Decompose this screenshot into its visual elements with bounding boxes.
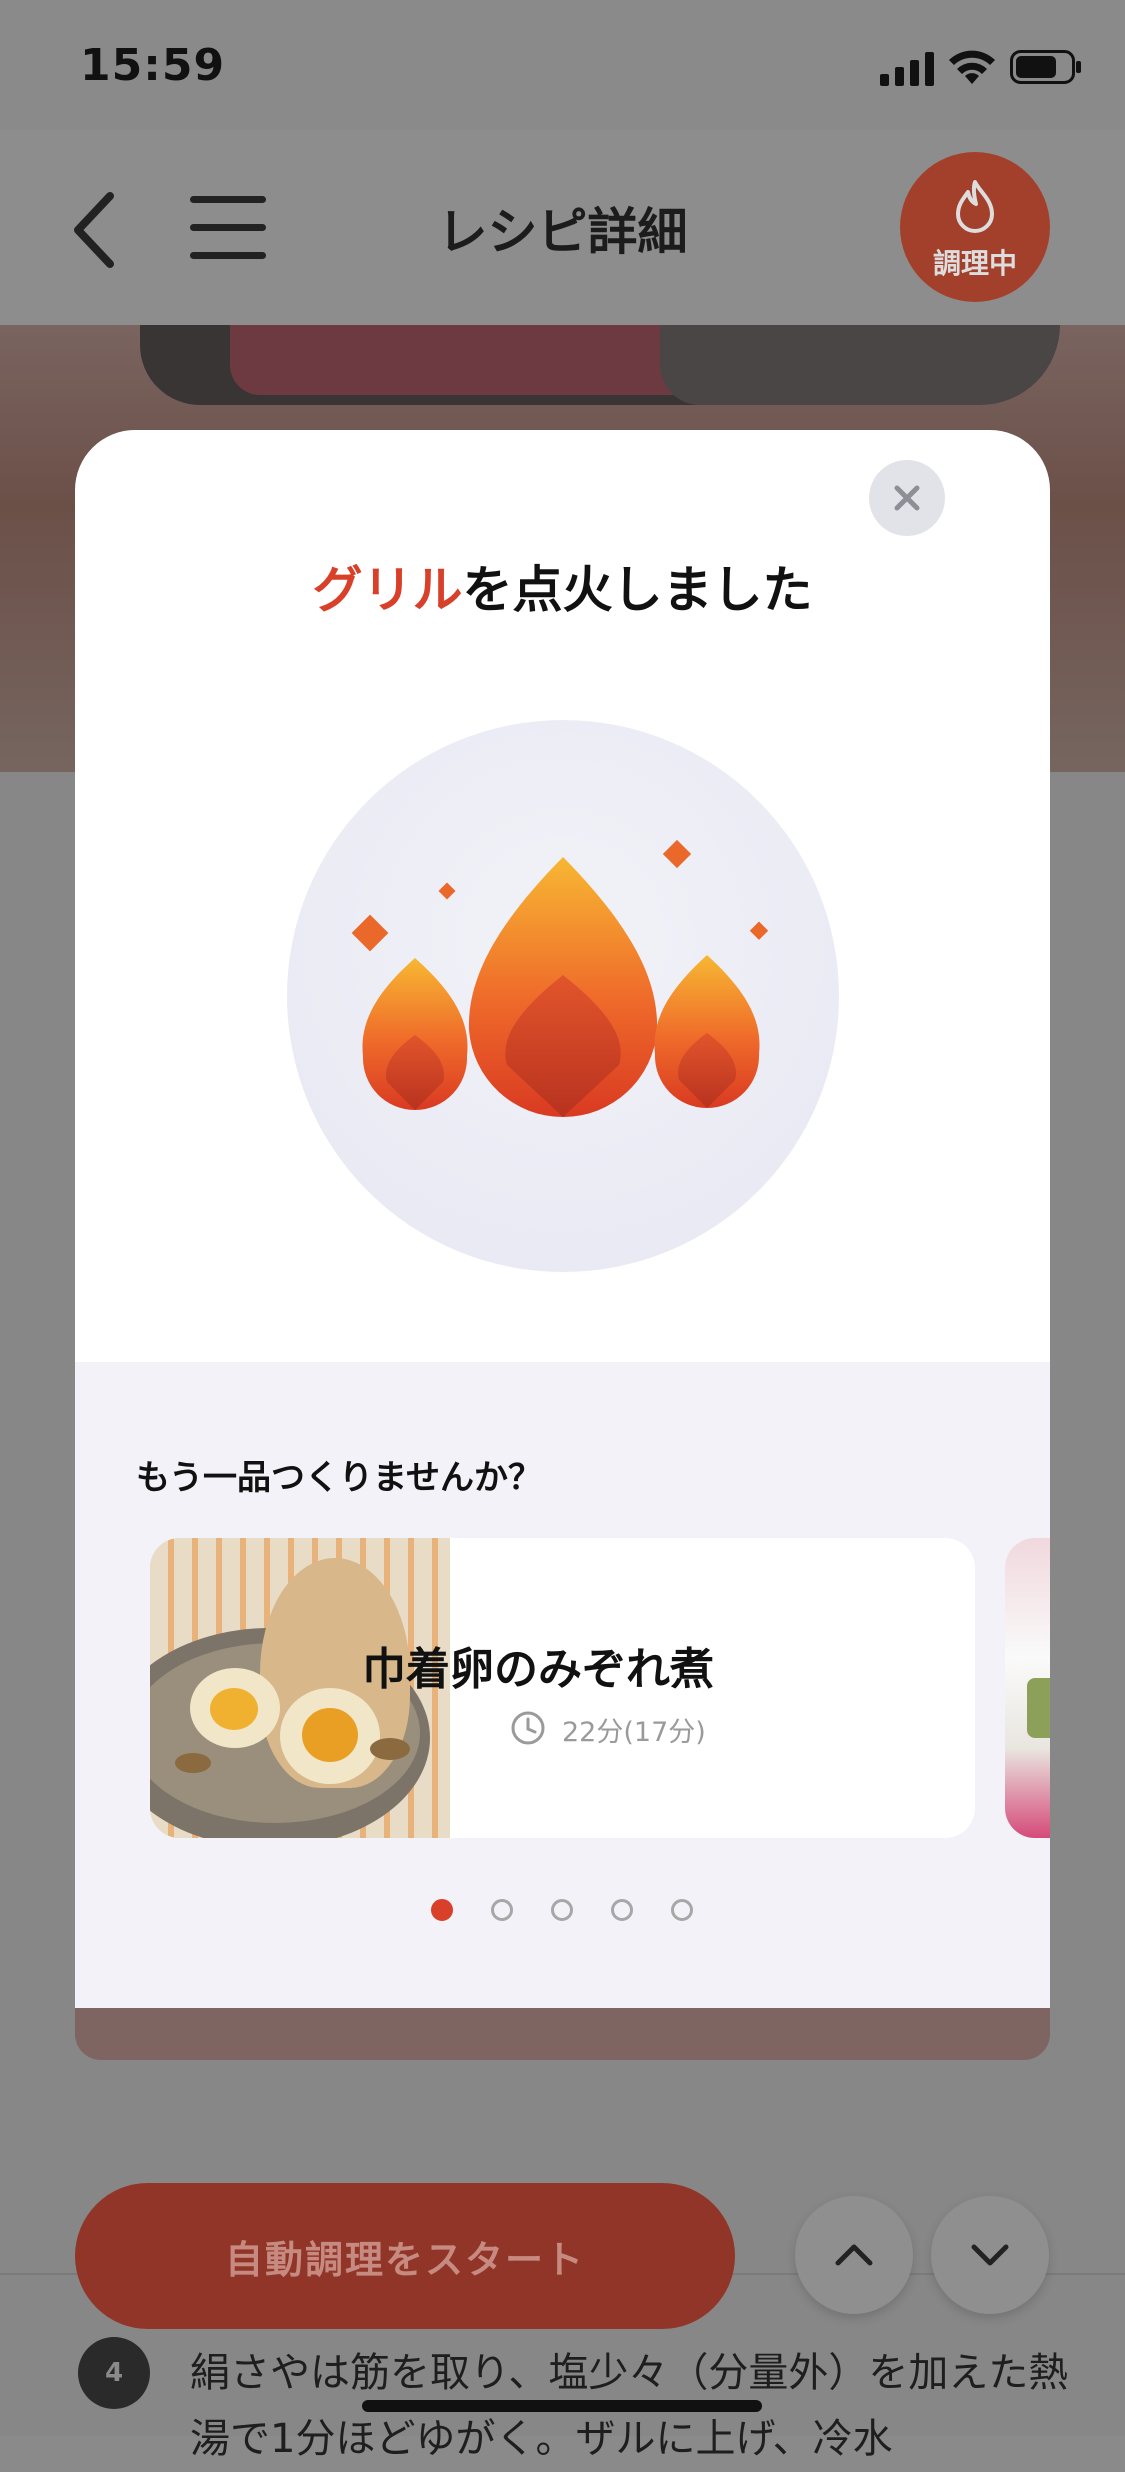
modal-title: グリルを点火しました <box>75 550 1050 622</box>
scroll-down-button[interactable] <box>931 2196 1049 2314</box>
grill-flames-icon <box>351 839 769 1118</box>
next-recipe-card[interactable] <box>1005 1538 1050 1838</box>
pager-dot[interactable] <box>551 1899 573 1921</box>
pager-dot-active[interactable] <box>431 1899 453 1921</box>
chevron-up-icon <box>835 2244 873 2266</box>
status-bar: 15:59 <box>0 0 1125 130</box>
home-indicator <box>362 2400 762 2412</box>
suggestion-heading: もう一品つくりませんか？ <box>136 1458 542 1498</box>
clock-icon <box>511 1711 545 1745</box>
modal-title-text: を点火しました <box>462 561 813 619</box>
cooking-status-badge[interactable]: 調理中 <box>900 152 1050 302</box>
modal-title-highlight: グリル <box>312 561 463 619</box>
flame-illustration <box>287 720 839 1272</box>
wifi-icon <box>949 50 995 84</box>
close-icon <box>894 485 920 511</box>
battery-icon <box>1010 50 1081 84</box>
pager-dot[interactable] <box>491 1899 513 1921</box>
flame-icon <box>956 180 994 233</box>
pager-dot[interactable] <box>611 1899 633 1921</box>
status-time: 15:59 <box>80 40 226 91</box>
cooking-status-label: 調理中 <box>932 247 1017 280</box>
modal-close-button[interactable] <box>869 460 945 536</box>
pager-dot[interactable] <box>671 1899 693 1921</box>
recipe-name: 巾着卵のみぞれ煮 <box>362 1644 714 1695</box>
auto-cook-start-button[interactable]: 自動調理をスタート <box>75 2183 735 2329</box>
signal-icon <box>880 52 934 86</box>
recipe-time: 22分(17分) <box>562 1717 706 1748</box>
step-number-badge: 4 <box>78 2337 150 2409</box>
chevron-down-icon <box>971 2244 1009 2266</box>
scroll-up-button[interactable] <box>795 2196 913 2314</box>
